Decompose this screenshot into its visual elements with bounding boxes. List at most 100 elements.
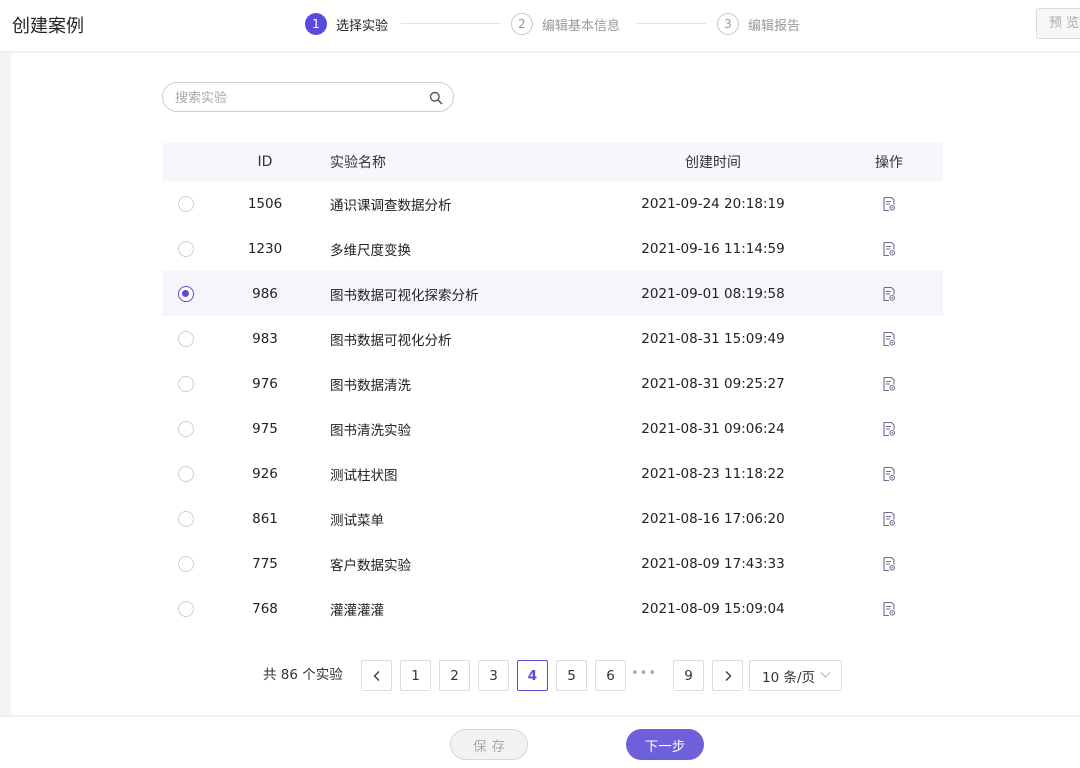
prev-page-button[interactable] [361,660,392,691]
table-row[interactable]: 983 图书数据可视化分析 2021-08-31 15:09:49 [162,316,943,361]
row-radio[interactable] [178,600,194,617]
view-report-icon[interactable] [881,376,897,392]
column-header-time: 创建时间 [685,155,741,171]
view-report-icon[interactable] [881,466,897,482]
table-row[interactable]: 1230 多维尺度变换 2021-09-16 11:14:59 [162,226,943,271]
row-radio[interactable] [178,555,194,572]
row-id: 768 [252,600,278,617]
stepper: 1 选择实验 2 编辑基本信息 3 编辑报告 [305,12,825,36]
row-radio[interactable] [178,465,194,482]
pagination-ellipsis[interactable]: ••• [631,660,657,691]
step-1[interactable]: 1 选择实验 [305,12,388,36]
row-id: 1506 [247,195,283,212]
step-1-label: 选择实验 [336,18,389,34]
search-input[interactable] [173,88,417,108]
page-button-4[interactable]: 4 [517,660,548,691]
row-radio-cell[interactable] [178,586,194,631]
preview-button[interactable]: 预览 [1036,8,1080,39]
row-radio-cell[interactable] [178,361,194,406]
view-report-icon[interactable] [881,331,897,347]
view-report-icon[interactable] [881,286,897,302]
page-button-1[interactable]: 1 [400,660,431,691]
row-radio-cell[interactable] [178,451,194,496]
save-button[interactable]: 保存 [450,729,528,760]
row-radio[interactable] [178,420,194,437]
step-connector [401,23,501,24]
row-radio-cell[interactable] [178,271,194,316]
row-created-time: 2021-08-31 09:06:24 [641,420,785,437]
view-report-icon[interactable] [881,556,897,572]
row-created-time: 2021-08-31 15:09:49 [641,330,785,347]
next-step-button[interactable]: 下一步 [626,729,704,760]
step-3-label: 编辑报告 [748,18,801,34]
view-report-icon[interactable] [881,421,897,437]
row-radio-cell[interactable] [178,496,194,541]
row-radio-cell[interactable] [178,226,194,271]
row-radio-cell[interactable] [178,406,194,451]
view-report-icon[interactable] [881,196,897,212]
page-button-2[interactable]: 2 [439,660,470,691]
table-row[interactable]: 986 图书数据可视化探索分析 2021-09-01 08:19:58 [162,271,943,316]
search-icon[interactable] [429,91,443,105]
row-action [862,181,916,226]
table-row[interactable]: 1506 通识课调查数据分析 2021-09-24 20:18:19 [162,181,943,226]
table-body: 1506 通识课调查数据分析 2021-09-24 20:18:19 1230 多维尺度… [162,181,943,631]
row-id: 986 [252,285,278,302]
page-button-6[interactable]: 6 [595,660,626,691]
row-radio[interactable] [178,240,194,257]
row-id: 926 [252,465,278,482]
table-row[interactable]: 926 测试柱状图 2021-08-23 11:18:22 [162,451,943,496]
row-created-time: 2021-08-31 09:25:27 [641,375,785,392]
row-radio-cell[interactable] [178,316,194,361]
chevron-right-icon [725,670,731,681]
row-action [862,226,916,271]
step-2-label: 编辑基本信息 [542,18,621,34]
row-action [862,361,916,406]
row-radio-cell[interactable] [178,181,194,226]
view-report-icon[interactable] [881,241,897,257]
row-id: 775 [252,555,278,572]
page-size-select[interactable]: 10 条/页 [749,660,842,691]
total-count: 共 86 个实验 [263,667,343,683]
row-radio[interactable] [178,195,194,212]
row-radio-cell[interactable] [178,541,194,586]
table-row[interactable]: 775 客户数据实验 2021-08-09 17:43:33 [162,541,943,586]
page-size-value: 10 条/页 [762,669,816,686]
experiment-table: ID 实验名称 创建时间 操作 1506 通识课调查数据分析 2021-09-24 … [162,143,943,631]
page-button-3[interactable]: 3 [478,660,509,691]
row-created-time: 2021-08-23 11:18:22 [641,465,785,482]
table-row[interactable]: 768 灌灌灌灌 2021-08-09 15:09:04 [162,586,943,631]
row-action [862,406,916,451]
page-title: 创建案例 [12,16,84,37]
page-button-5[interactable]: 5 [556,660,587,691]
row-action [862,496,916,541]
row-created-time: 2021-09-24 20:18:19 [641,195,785,212]
step-3-number: 3 [717,13,739,35]
row-action [862,271,916,316]
table-row[interactable]: 975 图书清洗实验 2021-08-31 09:06:24 [162,406,943,451]
table-row[interactable]: 861 测试菜单 2021-08-16 17:06:20 [162,496,943,541]
row-id: 976 [252,375,278,392]
row-radio[interactable] [178,375,194,392]
view-report-icon[interactable] [881,601,897,617]
step-2-number: 2 [511,13,533,35]
footer-bar: 保存 下一步 [0,716,1080,768]
row-radio[interactable] [178,330,194,347]
row-radio[interactable] [178,285,194,302]
main-panel: ID 实验名称 创建时间 操作 1506通识课调查数据分析2021-09-24 … [11,53,1080,715]
row-created-time: 2021-08-16 17:06:20 [641,510,785,527]
page-button-9[interactable]: 9 [673,660,704,691]
row-action [862,586,916,631]
table-row[interactable]: 976 图书数据清洗 2021-08-31 09:25:27 [162,361,943,406]
step-2[interactable]: 2 编辑基本信息 [511,12,620,36]
step-1-number: 1 [305,13,327,35]
view-report-icon[interactable] [881,511,897,527]
row-id: 975 [252,420,278,437]
table-header: ID 实验名称 创建时间 操作 [162,143,943,181]
next-page-button[interactable] [712,660,743,691]
row-radio[interactable] [178,510,194,527]
step-connector [636,23,706,24]
chevron-down-icon [820,672,831,678]
row-created-time: 2021-09-16 11:14:59 [641,240,785,257]
step-3[interactable]: 3 编辑报告 [717,12,800,36]
